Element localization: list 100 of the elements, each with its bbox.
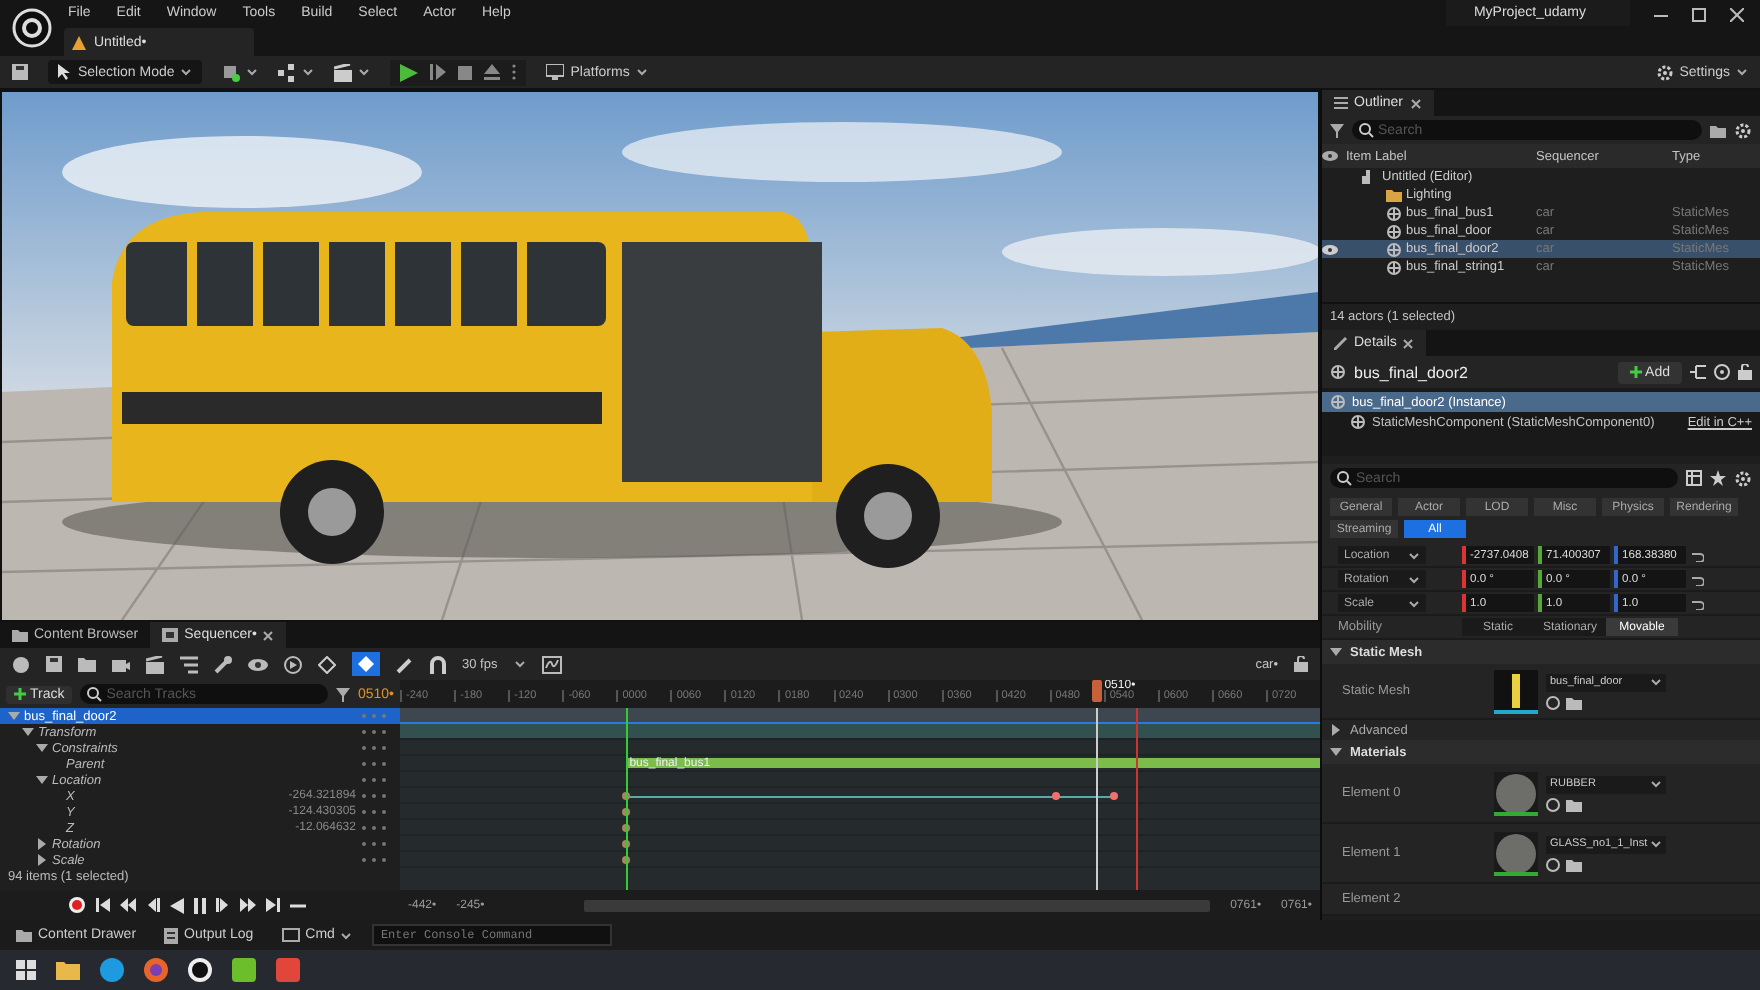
- app-icon[interactable]: [188, 958, 212, 982]
- start-icon[interactable]: [16, 960, 36, 980]
- pencil-icon[interactable]: [396, 655, 414, 673]
- close-icon[interactable]: [1402, 337, 1415, 349]
- play-icon[interactable]: [400, 63, 419, 81]
- maximize-icon[interactable]: [1692, 8, 1706, 22]
- key-buttons-icon[interactable]: [360, 776, 388, 784]
- range-start-line[interactable]: [625, 708, 628, 890]
- keyframe[interactable]: [1051, 792, 1060, 800]
- chevron-icon[interactable]: [635, 64, 648, 80]
- pause-icon[interactable]: [194, 897, 206, 913]
- expand-arrow-icon[interactable]: [22, 726, 34, 738]
- chevron-icon[interactable]: [246, 64, 259, 80]
- eject-icon[interactable]: [484, 64, 501, 80]
- close-icon[interactable]: [1409, 97, 1422, 109]
- key-buttons-icon[interactable]: [360, 824, 388, 832]
- expand-arrow-icon[interactable]: [36, 742, 48, 754]
- more-icon[interactable]: [512, 64, 517, 80]
- track-lane[interactable]: [400, 788, 1320, 804]
- eye-icon[interactable]: [1322, 243, 1338, 255]
- expand-arrow-icon[interactable]: [1330, 746, 1342, 758]
- save-icon[interactable]: [46, 656, 62, 672]
- track-lane[interactable]: [400, 852, 1320, 868]
- chevron-icon[interactable]: [1650, 674, 1662, 690]
- skip-end-icon[interactable]: [266, 898, 280, 912]
- key-buttons-icon[interactable]: [360, 792, 388, 800]
- clapperboard-icon[interactable]: [334, 63, 353, 81]
- folder-icon[interactable]: [1566, 857, 1582, 871]
- chevron-icon[interactable]: [1736, 64, 1748, 80]
- film-icon: [162, 628, 179, 642]
- playhead-line[interactable]: [1096, 708, 1099, 890]
- previous-frame-icon[interactable]: [146, 898, 160, 912]
- key-buttons-icon[interactable]: [360, 808, 388, 816]
- chevron-icon[interactable]: [1650, 836, 1662, 852]
- skip-start-icon[interactable]: [96, 898, 110, 912]
- loop-icon[interactable]: [290, 901, 306, 909]
- wrench-icon[interactable]: [214, 655, 232, 673]
- playback-icon[interactable]: [284, 655, 302, 673]
- expand-arrow-icon[interactable]: [1330, 646, 1342, 658]
- folder-icon: [1386, 188, 1402, 202]
- settings-icon[interactable]: [1734, 469, 1752, 487]
- lock-icon[interactable]: [1294, 656, 1308, 672]
- camera-icon[interactable]: [112, 656, 130, 672]
- filter-icon[interactable]: [335, 687, 350, 701]
- close-icon[interactable]: [262, 629, 275, 641]
- chevron-icon[interactable]: [513, 656, 526, 672]
- help-icon[interactable]: [1714, 364, 1730, 380]
- folder-icon[interactable]: [1566, 797, 1582, 811]
- chevron-icon[interactable]: [1650, 776, 1662, 792]
- expand-arrow-icon[interactable]: [36, 774, 48, 786]
- clapperboard-icon[interactable]: [146, 655, 164, 673]
- expand-arrow-icon[interactable]: [36, 854, 48, 866]
- star-icon[interactable]: [1710, 470, 1726, 486]
- track-lane[interactable]: [400, 836, 1320, 852]
- folder-icon[interactable]: [56, 960, 80, 980]
- track-lane[interactable]: [400, 804, 1320, 820]
- playhead-handle[interactable]: [1092, 680, 1103, 702]
- settings-icon[interactable]: [1734, 121, 1752, 139]
- filter-icon[interactable]: [1330, 123, 1344, 137]
- curve-editor-icon[interactable]: [541, 655, 562, 673]
- table-icon[interactable]: [1686, 470, 1702, 486]
- eye-icon[interactable]: [1322, 150, 1338, 162]
- key-mode-button[interactable]: [352, 652, 380, 676]
- hierarchy-icon[interactable]: [1690, 364, 1706, 380]
- platforms-icon: [546, 64, 565, 80]
- expand-arrow-icon[interactable]: [1330, 724, 1342, 736]
- previous-key-icon[interactable]: [120, 898, 136, 912]
- search-icon: [1336, 470, 1352, 486]
- keyframe[interactable]: [1109, 792, 1118, 800]
- record-icon[interactable]: [68, 896, 86, 914]
- search-icon: [86, 686, 103, 702]
- key-buttons-icon[interactable]: [360, 840, 388, 848]
- magnet-icon[interactable]: [430, 655, 446, 673]
- chevron-icon[interactable]: [358, 64, 371, 80]
- eye-icon[interactable]: [248, 657, 268, 671]
- chevron-icon[interactable]: [180, 64, 193, 80]
- close-icon[interactable]: [1730, 8, 1744, 22]
- next-frame-icon[interactable]: [216, 898, 230, 912]
- key-buttons-icon[interactable]: [360, 856, 388, 864]
- next-key-icon[interactable]: [240, 898, 256, 912]
- chevron-icon[interactable]: [302, 64, 315, 80]
- step-icon[interactable]: [430, 64, 447, 80]
- chevron-icon[interactable]: [340, 927, 353, 943]
- folder-icon[interactable]: [1566, 695, 1582, 709]
- folder-icon[interactable]: [78, 656, 96, 672]
- key-buttons-icon[interactable]: [360, 728, 388, 736]
- key-buttons-icon[interactable]: [360, 760, 388, 768]
- track-lane[interactable]: [400, 820, 1320, 836]
- gear-icon[interactable]: [1655, 63, 1674, 81]
- expand-arrow-icon[interactable]: [36, 838, 48, 850]
- diamond-icon[interactable]: [318, 655, 336, 673]
- add-folder-icon[interactable]: [1710, 123, 1726, 137]
- key-buttons-icon[interactable]: [360, 744, 388, 752]
- stop-icon[interactable]: [458, 65, 473, 79]
- save-icon[interactable]: [12, 64, 28, 80]
- browser-icon[interactable]: [144, 958, 168, 982]
- lock-icon[interactable]: [1738, 364, 1752, 380]
- play-reverse-icon[interactable]: [170, 897, 184, 913]
- tracks-icon[interactable]: [180, 655, 198, 673]
- add-actor-icon[interactable]: [222, 63, 241, 81]
